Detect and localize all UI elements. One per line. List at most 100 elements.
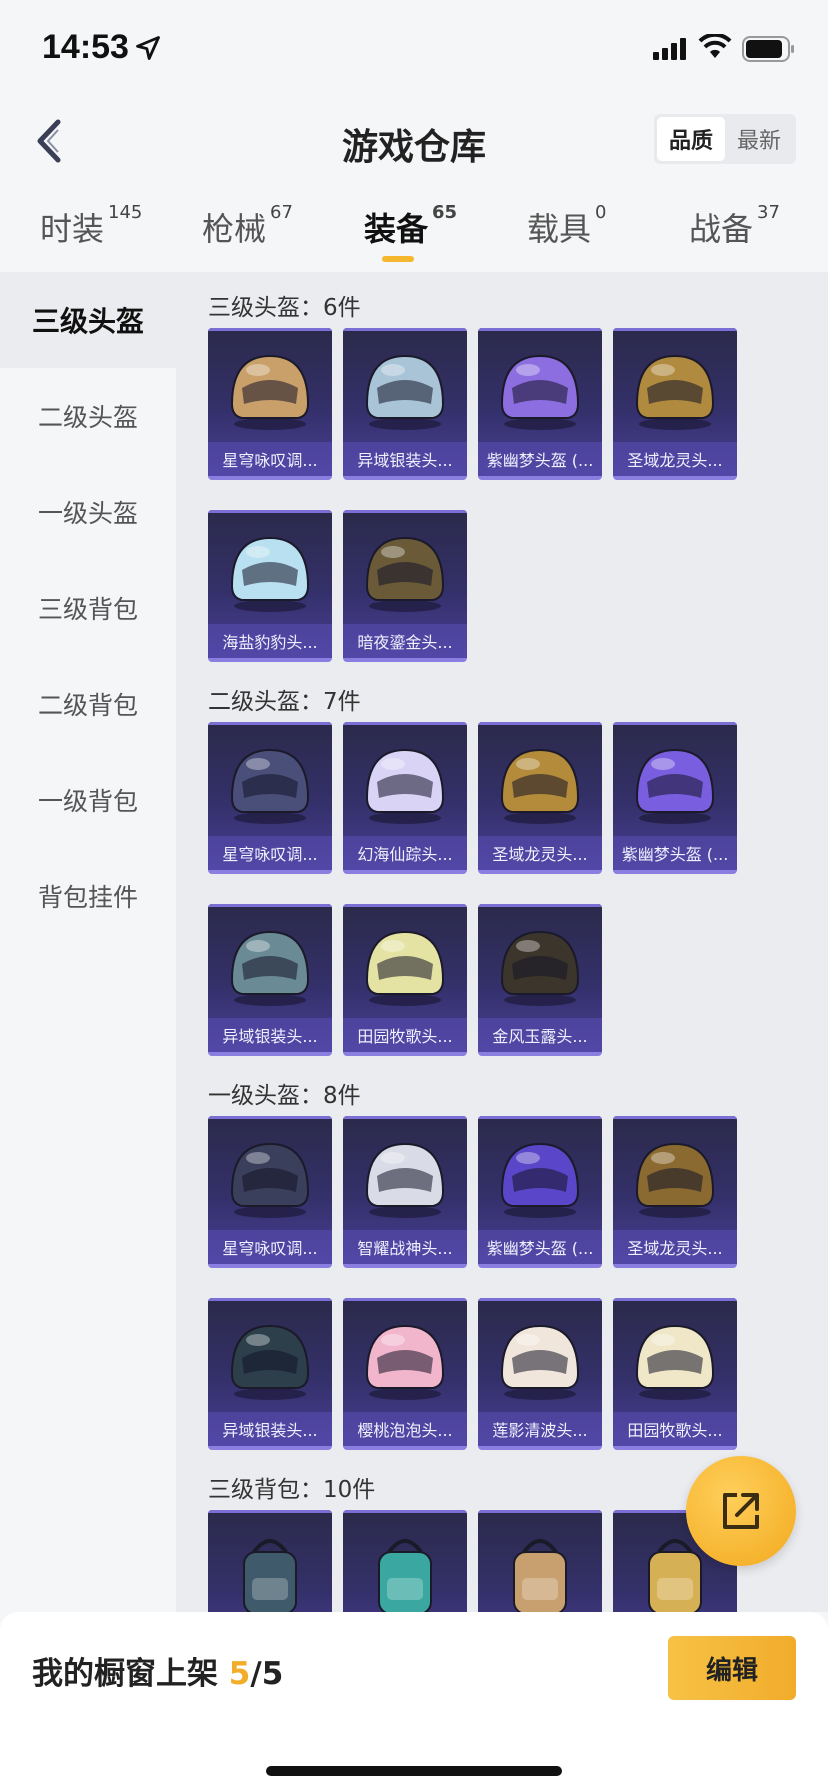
helmet-icon <box>230 748 310 824</box>
item-grid: 三级头盔：6件 二级头盔：7件 一级头盔：8件 三级背包：10件 星穹咏叹调..… <box>176 272 828 1612</box>
item-card[interactable]: 圣域龙灵头... <box>613 328 737 480</box>
tab-vehicles[interactable]: 载具 0 <box>527 202 606 250</box>
section-title: 三级背包：10件 <box>208 1477 376 1503</box>
item-card[interactable] <box>343 1510 467 1612</box>
tab-fashion[interactable]: 时装 145 <box>40 202 142 250</box>
tab-supplies[interactable]: 战备 37 <box>689 202 780 250</box>
item-card-label: 异域银装头... <box>208 1018 332 1052</box>
helmet-icon <box>365 1142 445 1218</box>
item-card[interactable]: 智耀战神头... <box>343 1116 467 1268</box>
item-card[interactable]: 圣域龙灵头... <box>478 722 602 874</box>
item-card[interactable] <box>478 1510 602 1612</box>
sidebar-item-level1-helmet[interactable]: 一级头盔 <box>0 464 176 560</box>
edit-button[interactable]: 编辑 <box>668 1636 796 1700</box>
section-title: 一级头盔：8件 <box>208 1083 361 1109</box>
helmet-icon <box>635 1324 715 1400</box>
item-card[interactable]: 星穹咏叹调... <box>208 722 332 874</box>
wifi-icon <box>698 34 732 58</box>
item-card-label: 紫幽梦头盔 (... <box>478 442 602 476</box>
item-card-label: 樱桃泡泡头... <box>343 1412 467 1446</box>
section-title: 三级头盔：6件 <box>208 295 361 321</box>
item-card[interactable]: 紫幽梦头盔 (... <box>613 722 737 874</box>
item-card-label: 莲影清波头... <box>478 1412 602 1446</box>
item-card[interactable]: 圣域龙灵头... <box>613 1116 737 1268</box>
battery-icon <box>742 36 794 62</box>
showcase-status: 我的橱窗上架 5/5 <box>32 1656 284 1692</box>
item-card[interactable]: 莲影清波头... <box>478 1298 602 1450</box>
backpack-icon <box>378 1539 432 1612</box>
tab-equipment[interactable]: 装备 65 <box>364 202 457 250</box>
helmet-icon <box>635 1142 715 1218</box>
item-card[interactable]: 暗夜鎏金头... <box>343 510 467 662</box>
item-card-label: 星穹咏叹调... <box>208 442 332 476</box>
helmet-icon <box>500 1142 580 1218</box>
item-card-label: 星穹咏叹调... <box>208 836 332 870</box>
item-card-label: 暗夜鎏金头... <box>343 624 467 658</box>
sidebar-item-level3-backpack[interactable]: 三级背包 <box>0 560 176 656</box>
item-card[interactable]: 紫幽梦头盔 (... <box>478 328 602 480</box>
backpack-icon <box>243 1539 297 1612</box>
helmet-icon <box>230 1142 310 1218</box>
sort-toggle[interactable]: 品质 最新 <box>654 114 796 164</box>
item-card-label: 异域银装头... <box>343 442 467 476</box>
share-icon <box>723 1493 759 1529</box>
sidebar-item-level1-backpack[interactable]: 一级背包 <box>0 752 176 848</box>
item-card-label: 金风玉露头... <box>478 1018 602 1052</box>
item-card[interactable]: 异域银装头... <box>208 904 332 1056</box>
sort-newest-button[interactable]: 最新 <box>725 117 793 161</box>
item-card[interactable]: 海盐豹豹头... <box>208 510 332 662</box>
helmet-icon <box>500 748 580 824</box>
category-tabs: 时装 145 枪械 67 装备 65 载具 0 战备 37 <box>0 190 828 272</box>
cellular-signal-icon <box>653 38 686 60</box>
helmet-icon <box>230 1324 310 1400</box>
status-bar: 14:53 <box>0 0 828 100</box>
tab-weapons[interactable]: 枪械 67 <box>202 202 293 250</box>
tab-active-indicator <box>382 256 414 262</box>
item-card[interactable]: 田园牧歌头... <box>343 904 467 1056</box>
sidebar-item-level2-backpack[interactable]: 二级背包 <box>0 656 176 752</box>
sidebar-item-level3-helmet[interactable]: 三级头盔 <box>0 272 176 368</box>
item-card[interactable] <box>208 1510 332 1612</box>
share-button[interactable] <box>686 1456 796 1566</box>
item-card[interactable]: 星穹咏叹调... <box>208 1116 332 1268</box>
item-card-label: 田园牧歌头... <box>613 1412 737 1446</box>
item-card[interactable]: 紫幽梦头盔 (... <box>478 1116 602 1268</box>
backpack-icon <box>513 1539 567 1612</box>
section-title: 二级头盔：7件 <box>208 689 361 715</box>
item-card-label: 幻海仙踪头... <box>343 836 467 870</box>
item-card[interactable]: 星穹咏叹调... <box>208 328 332 480</box>
helmet-icon <box>230 930 310 1006</box>
header: 游戏仓库 品质 最新 <box>0 100 828 190</box>
helmet-icon <box>500 354 580 430</box>
item-card-label: 田园牧歌头... <box>343 1018 467 1052</box>
item-card[interactable]: 樱桃泡泡头... <box>343 1298 467 1450</box>
location-arrow-icon <box>136 36 160 60</box>
helmet-icon <box>500 930 580 1006</box>
helmet-icon <box>365 536 445 612</box>
item-card-label: 紫幽梦头盔 (... <box>478 1230 602 1264</box>
item-card-label: 圣域龙灵头... <box>478 836 602 870</box>
item-card[interactable]: 田园牧歌头... <box>613 1298 737 1450</box>
item-card-label: 星穹咏叹调... <box>208 1230 332 1264</box>
item-card[interactable]: 异域银装头... <box>343 328 467 480</box>
item-card[interactable]: 金风玉露头... <box>478 904 602 1056</box>
helmet-icon <box>365 748 445 824</box>
item-card-label: 紫幽梦头盔 (... <box>613 836 737 870</box>
item-card-label: 智耀战神头... <box>343 1230 467 1264</box>
helmet-icon <box>365 354 445 430</box>
helmet-icon <box>230 354 310 430</box>
helmet-icon <box>500 1324 580 1400</box>
item-card[interactable]: 异域银装头... <box>208 1298 332 1450</box>
item-card-label: 圣域龙灵头... <box>613 1230 737 1264</box>
sidebar-item-backpack-charm[interactable]: 背包挂件 <box>0 848 176 944</box>
helmet-icon <box>230 536 310 612</box>
status-time: 14:53 <box>42 28 129 66</box>
item-card[interactable]: 幻海仙踪头... <box>343 722 467 874</box>
sidebar: 三级头盔 二级头盔 一级头盔 三级背包 二级背包 一级背包 背包挂件 <box>0 272 176 1612</box>
helmet-icon <box>365 930 445 1006</box>
sort-quality-button[interactable]: 品质 <box>657 117 725 161</box>
sidebar-item-level2-helmet[interactable]: 二级头盔 <box>0 368 176 464</box>
helmet-icon <box>635 748 715 824</box>
item-card-label: 圣域龙灵头... <box>613 442 737 476</box>
item-card-label: 异域银装头... <box>208 1412 332 1446</box>
